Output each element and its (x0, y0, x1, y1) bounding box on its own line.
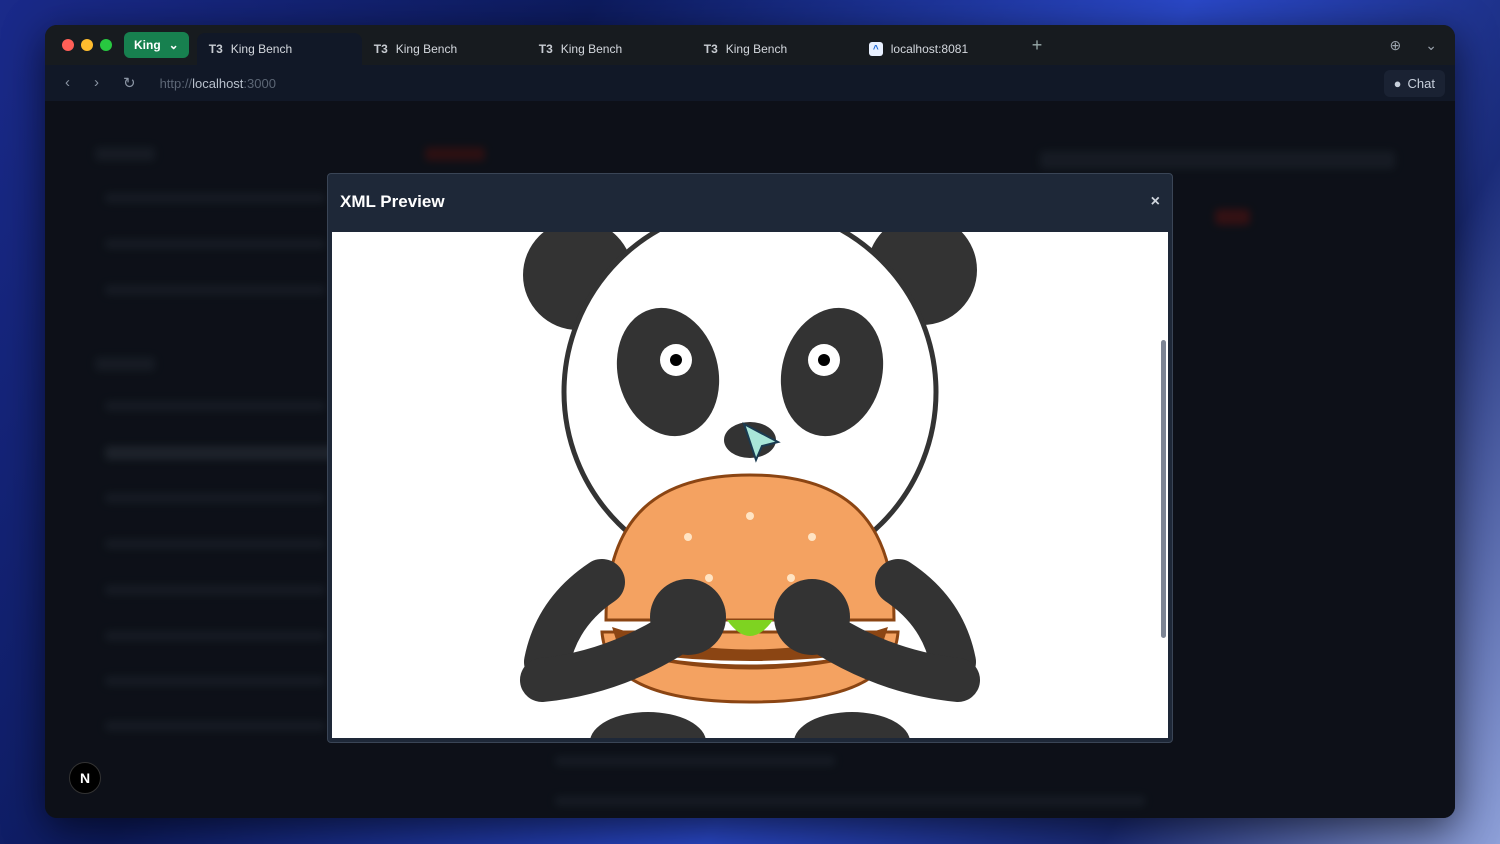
sesame-seed (684, 533, 692, 541)
maximize-window-button[interactable] (100, 39, 112, 51)
tab-label: King Bench (725, 42, 788, 56)
t3-icon: T3 (538, 42, 553, 56)
tab-label: King Bench (395, 42, 458, 56)
sesame-seed (787, 574, 795, 582)
address-bar: ‹ › ↻ http://localhost:3000 ● Chat (45, 65, 1455, 101)
right-foot (794, 712, 910, 738)
new-tab-button[interactable]: + (1032, 35, 1043, 56)
modal-title: XML Preview (340, 191, 445, 211)
chat-label: Chat (1407, 75, 1435, 91)
svg-preview (332, 232, 1168, 738)
tab-label: King Bench (560, 42, 623, 56)
tab-5[interactable]: ^ localhost:8081 (857, 33, 1022, 65)
download-icon[interactable]: ⊕ (1390, 37, 1402, 54)
minimize-window-button[interactable] (81, 39, 93, 51)
tab-bar: King ⌄ T3 King Bench T3 King Bench T3 King B… (45, 25, 1455, 65)
t3-icon: T3 (373, 42, 388, 56)
xml-preview-modal: XML Preview × (327, 173, 1173, 743)
url-host: localhost (192, 75, 244, 91)
profile-label: King (134, 38, 161, 52)
sesame-seed (746, 512, 754, 520)
chevron-down-icon: ⌄ (168, 38, 179, 52)
close-window-button[interactable] (62, 39, 74, 51)
window-controls (62, 39, 112, 51)
reload-icon[interactable]: ↻ (123, 74, 136, 92)
tab-3[interactable]: T3 King Bench (527, 33, 692, 65)
left-paw (650, 579, 726, 655)
t3-icon: T3 (208, 42, 223, 56)
chat-bubble-icon: ● (1393, 75, 1402, 91)
back-icon[interactable]: ‹ (65, 74, 70, 92)
chat-button[interactable]: ● Chat (1383, 69, 1445, 97)
sesame-seed (705, 574, 713, 582)
browser-window: King ⌄ T3 King Bench T3 King Bench T3 King B… (45, 25, 1455, 818)
url-field[interactable]: http://localhost:3000 (160, 76, 276, 91)
panda-burger-image (520, 232, 980, 738)
url-port: :3000 (243, 75, 276, 91)
tab-4[interactable]: T3 King Bench (692, 33, 857, 65)
close-icon[interactable]: × (1151, 193, 1160, 211)
tab-1[interactable]: T3 King Bench (196, 33, 362, 65)
left-foot (590, 712, 706, 738)
t3-icon: T3 (703, 42, 718, 56)
expo-icon: ^ (868, 42, 883, 56)
nextjs-dev-badge[interactable]: N (69, 762, 101, 794)
sesame-seed (808, 533, 816, 541)
right-pupil (818, 354, 830, 366)
tab-list-chevron-icon[interactable]: ⌄ (1425, 37, 1437, 54)
tab-label: localhost:8081 (890, 42, 969, 56)
tab-2[interactable]: T3 King Bench (362, 33, 527, 65)
profile-button[interactable]: King ⌄ (124, 32, 189, 58)
forward-icon[interactable]: › (94, 74, 99, 92)
right-paw (774, 579, 850, 655)
tab-label: King Bench (230, 42, 293, 56)
left-pupil (670, 354, 682, 366)
preview-scrollbar[interactable] (1161, 340, 1166, 638)
url-scheme: http:// (159, 75, 193, 91)
